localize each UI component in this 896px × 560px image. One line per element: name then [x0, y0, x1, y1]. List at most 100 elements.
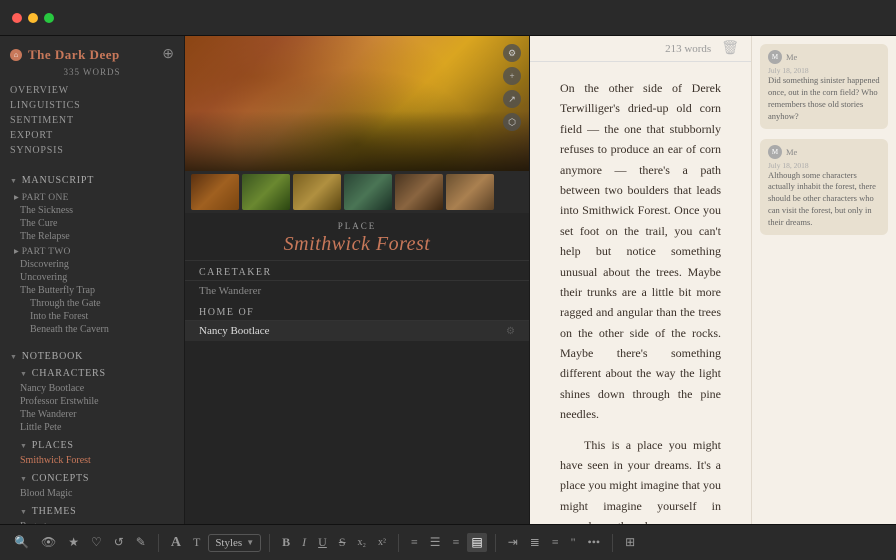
themes-header[interactable]: ▼ THEMES: [10, 503, 174, 520]
place-label: PLACE: [195, 221, 519, 231]
styles-arrow-icon: ▼: [246, 538, 254, 547]
home-icon[interactable]: ⌂: [10, 49, 22, 61]
bold-button[interactable]: B: [278, 533, 294, 552]
maximize-button[interactable]: [44, 13, 54, 23]
thumbnail-6[interactable]: [446, 174, 494, 210]
sidebar-nav: OVERVIEW LINGUISTICS SENTIMENT EXPORT SY…: [0, 83, 184, 162]
align-left-button[interactable]: ≡: [407, 533, 422, 552]
gear-icon[interactable]: ⚙: [506, 326, 515, 337]
sidebar-item-export[interactable]: EXPORT: [10, 128, 174, 143]
sidebar-item-beneath-cavern[interactable]: Beneath the Cavern: [10, 323, 174, 336]
paragraph-2: This is a place you might have seen in y…: [560, 435, 721, 524]
list-ordered-button[interactable]: ≡: [548, 533, 563, 552]
traffic-lights: [12, 13, 54, 23]
align-center-button[interactable]: ☰: [426, 533, 445, 552]
paragraph-1: On the other side of Derek Terwilliger's…: [560, 78, 721, 425]
comment-2-name: Me: [786, 147, 797, 157]
thumbnail-5[interactable]: [395, 174, 443, 210]
type-t-button[interactable]: T: [189, 533, 204, 552]
sidebar-item-uncovering[interactable]: Uncovering: [10, 271, 174, 284]
sidebar-item-nancy[interactable]: Nancy Bootlace: [10, 382, 174, 395]
concepts-header[interactable]: ▼ CONCEPTS: [10, 470, 174, 487]
star-button[interactable]: ★: [64, 533, 83, 552]
refresh-button[interactable]: ↺: [110, 533, 128, 552]
sidebar: ⌂ The Dark Deep ⊕ 335 WORDS OVERVIEW LIN…: [0, 36, 185, 524]
delete-button[interactable]: 🗑: [721, 40, 739, 57]
place-name-section: PLACE Smithwick Forest: [185, 213, 529, 261]
strikethrough-button[interactable]: S: [335, 533, 350, 552]
sidebar-actions: ⊕: [162, 46, 174, 63]
image-settings-btn[interactable]: ⚙: [503, 44, 521, 62]
superscript-button[interactable]: x²: [374, 535, 390, 550]
image-link-btn[interactable]: ↗: [503, 90, 521, 108]
sidebar-header: ⌂ The Dark Deep ⊕: [0, 36, 184, 67]
thumbnail-4[interactable]: [344, 174, 392, 210]
sidebar-item-relapse[interactable]: The Relapse: [10, 230, 174, 243]
align-justify-button[interactable]: ▤: [467, 533, 486, 552]
underline-button[interactable]: U: [314, 533, 331, 552]
image-add-btn[interactable]: +: [503, 67, 521, 85]
quote-button[interactable]: ": [567, 533, 580, 552]
sidebar-item-synopsis[interactable]: SYNOPSIS: [10, 143, 174, 158]
sidebar-item-into-forest[interactable]: Into the Forest: [10, 310, 174, 323]
pencil-button[interactable]: ✎: [132, 533, 150, 552]
sidebar-item-cure[interactable]: The Cure: [10, 217, 174, 230]
more-button[interactable]: •••: [584, 533, 605, 552]
sidebar-item-smithwick[interactable]: Smithwick Forest: [10, 454, 174, 467]
editor-text: On the other side of Derek Terwilliger's…: [560, 78, 721, 524]
sidebar-item-overview[interactable]: OVERVIEW: [10, 83, 174, 98]
special-button[interactable]: ⊞: [621, 533, 639, 552]
sidebar-item-sentiment[interactable]: SENTIMENT: [10, 113, 174, 128]
triangle-icon-3: ▼: [20, 370, 28, 378]
places-header[interactable]: ▼ PLACES: [10, 437, 174, 454]
list-button[interactable]: ≣: [526, 533, 544, 552]
toolbar-divider-3: [398, 534, 399, 552]
align-right-button[interactable]: ≡: [449, 533, 464, 552]
subscript-button[interactable]: x₂: [354, 535, 371, 550]
part-one-label: ▸ PART ONE: [10, 189, 174, 204]
notebook-header[interactable]: ▼ NOTEBOOK: [10, 348, 174, 365]
sidebar-title: The Dark Deep: [28, 47, 120, 63]
sidebar-item-linguistics[interactable]: LINGUISTICS: [10, 98, 174, 113]
styles-dropdown[interactable]: Styles ▼: [208, 534, 261, 552]
toolbar-divider-5: [612, 534, 613, 552]
image-action-buttons: ⚙ + ↗ ⬡: [503, 44, 521, 131]
manuscript-header[interactable]: ▼ MANUSCRIPT: [10, 172, 174, 189]
thumbnail-2[interactable]: [242, 174, 290, 210]
triangle-icon-6: ▼: [20, 508, 28, 516]
type-a-button[interactable]: A: [167, 533, 185, 553]
close-button[interactable]: [12, 13, 22, 23]
sidebar-item-little-pete[interactable]: Little Pete: [10, 421, 174, 434]
sidebar-item-through-gate[interactable]: Through the Gate: [10, 297, 174, 310]
editor-top-bar: 213 words 🗑: [530, 36, 751, 62]
comment-1: M Me July 18, 2018 Did something siniste…: [760, 44, 888, 129]
comment-1-author: M Me: [768, 50, 880, 64]
minimize-button[interactable]: [28, 13, 38, 23]
caretaker-header: CARETAKER: [185, 261, 529, 281]
sidebar-item-butterfly-trap[interactable]: The Butterfly Trap: [10, 284, 174, 297]
italic-button[interactable]: I: [298, 533, 310, 552]
thumbnail-1[interactable]: [191, 174, 239, 210]
caretaker-value[interactable]: The Wanderer: [185, 281, 529, 301]
sidebar-item-discovering[interactable]: Discovering: [10, 258, 174, 271]
thumbnail-3[interactable]: [293, 174, 341, 210]
characters-header[interactable]: ▼ CHARACTERS: [10, 365, 174, 382]
themes-label: THEMES: [32, 506, 77, 517]
toolbar-divider-4: [495, 534, 496, 552]
sidebar-item-sickness[interactable]: The Sickness: [10, 204, 174, 217]
sidebar-item-professor[interactable]: Professor Erstwhile: [10, 395, 174, 408]
editor-content[interactable]: On the other side of Derek Terwilliger's…: [530, 62, 751, 524]
home-of-value[interactable]: Nancy Bootlace ⚙: [185, 321, 529, 341]
place-title: Smithwick Forest: [195, 233, 519, 256]
add-item-button[interactable]: ⊕: [162, 46, 174, 63]
heart-button[interactable]: ♡: [87, 533, 106, 552]
manuscript-section: ▼ MANUSCRIPT ▸ PART ONE The Sickness The…: [0, 168, 184, 338]
sidebar-item-wanderer[interactable]: The Wanderer: [10, 408, 174, 421]
part-two-label: ▸ PART TWO: [10, 243, 174, 258]
indent-button[interactable]: ⇥: [504, 533, 522, 552]
search-button[interactable]: 🔍: [10, 533, 33, 552]
image-tag-btn[interactable]: ⬡: [503, 113, 521, 131]
eye-button[interactable]: 👁: [37, 533, 60, 552]
comment-2-text: Although some characters actually inhabi…: [768, 170, 880, 229]
sidebar-item-blood-magic[interactable]: Blood Magic: [10, 487, 174, 500]
